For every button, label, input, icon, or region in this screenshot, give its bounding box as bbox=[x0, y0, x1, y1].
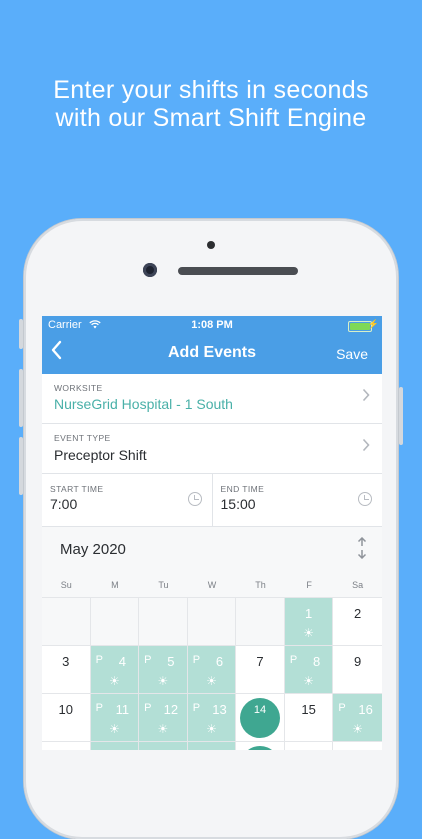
app-screen: Carrier 1:08 PM ⚡ Add Events Save WORKSI… bbox=[42, 316, 382, 750]
end-time-field[interactable]: END TIME 15:00 bbox=[211, 474, 383, 526]
calendar-day-shift[interactable]: P18☀ bbox=[90, 742, 140, 750]
calendar-day-selected[interactable]: 14 bbox=[236, 694, 285, 741]
calendar-day-shift[interactable]: P19☀ bbox=[139, 742, 188, 750]
sun-icon: ☀ bbox=[206, 674, 217, 688]
calendar-empty-cell bbox=[236, 598, 285, 645]
mute-switch bbox=[19, 319, 23, 349]
day-number: 15 bbox=[301, 702, 316, 717]
sun-icon: ☀ bbox=[303, 626, 314, 640]
end-time-value: 15:00 bbox=[220, 496, 256, 512]
calendar-day-shift[interactable]: P 13 ☀ bbox=[187, 694, 237, 741]
start-time-label: START TIME bbox=[50, 484, 104, 494]
calendar-day-shift[interactable]: P 5 ☀ bbox=[139, 646, 188, 693]
volume-down-button bbox=[19, 437, 23, 495]
sun-icon: ☀ bbox=[108, 722, 120, 736]
event-type-label: EVENT TYPE bbox=[54, 433, 111, 443]
weekday-label: Sa bbox=[352, 580, 364, 590]
end-time-label: END TIME bbox=[220, 484, 265, 494]
chevron-right-icon bbox=[362, 388, 370, 407]
calendar-day[interactable]: 7 bbox=[236, 646, 285, 693]
calendar-day-shift[interactable]: 1 ☀ bbox=[284, 598, 334, 645]
weekday-label: Su bbox=[60, 580, 72, 590]
weekday-label: Tu bbox=[158, 580, 169, 590]
weekday-label: Th bbox=[255, 580, 266, 590]
sun-icon: ☀ bbox=[303, 674, 314, 688]
nav-title: Add Events bbox=[167, 344, 256, 361]
calendar-empty-cell bbox=[42, 598, 91, 645]
volume-up-button bbox=[19, 369, 23, 427]
selected-day-circle bbox=[240, 746, 281, 750]
calendar-week: 3 P 4 ☀ P 5 ☀ P 6 ☀ 7 P 8 ☀ 9 bbox=[42, 645, 382, 693]
proximity-sensor bbox=[207, 241, 215, 249]
calendar-month-title: May 2020 bbox=[60, 541, 126, 558]
earpiece-speaker bbox=[178, 267, 298, 275]
status-bar: Carrier 1:08 PM ⚡ bbox=[42, 316, 382, 334]
save-button[interactable]: Save bbox=[336, 346, 368, 362]
day-number: 10 bbox=[58, 702, 74, 717]
chevron-right-icon bbox=[362, 438, 370, 457]
power-button bbox=[399, 387, 403, 445]
calendar-day[interactable]: 15 bbox=[284, 694, 334, 741]
calendar-day-shift[interactable]: P 6 ☀ bbox=[187, 646, 237, 693]
sun-icon: ☀ bbox=[352, 722, 364, 736]
calendar-week: 1 ☀ 2 bbox=[42, 597, 382, 645]
calendar-empty-cell bbox=[90, 598, 140, 645]
calendar-day-shift[interactable]: P 4 ☀ bbox=[90, 646, 140, 693]
time-row: START TIME 7:00 END TIME 15:00 bbox=[42, 474, 382, 527]
calendar-day[interactable]: 2 bbox=[333, 598, 382, 645]
nav-bar: Carrier 1:08 PM ⚡ Add Events Save bbox=[42, 316, 382, 374]
calendar-day-selected[interactable]: 21 bbox=[236, 742, 285, 750]
calendar-day[interactable]: 10 bbox=[42, 694, 91, 741]
calendar-week: 17P18☀P19☀P20☀212223 bbox=[42, 741, 382, 750]
day-number: 16 bbox=[358, 702, 373, 717]
worksite-label: WORKSITE bbox=[54, 383, 103, 393]
calendar-day[interactable]: 17 bbox=[42, 742, 91, 750]
calendar-empty-cell bbox=[139, 598, 188, 645]
calendar-day-shift[interactable]: P20☀ bbox=[187, 742, 237, 750]
day-number: 2 bbox=[354, 606, 362, 621]
event-type-row[interactable]: EVENT TYPE Preceptor Shift bbox=[42, 424, 382, 474]
calendar-day-shift[interactable]: P 12 ☀ bbox=[139, 694, 188, 741]
calendar-day-shift[interactable]: P 8 ☀ bbox=[284, 646, 334, 693]
weekday-label: F bbox=[306, 580, 312, 590]
start-time-value: 7:00 bbox=[50, 496, 78, 512]
weekday-label: W bbox=[207, 580, 217, 590]
calendar-week: 10 P 11 ☀ P 12 ☀ P 13 ☀ 14 15 P 16 ☀ bbox=[42, 693, 382, 741]
calendar-empty-cell bbox=[187, 598, 237, 645]
calendar-grid: 1 ☀ 2 3 P 4 ☀ P 5 ☀ P 6 ☀ 7 P 8 ☀ 9 10 P 11 ☀ P 12 ☀ P 13 ☀ 14 15 P 16 ☀… bbox=[42, 597, 382, 750]
status-time: 1:08 PM bbox=[191, 319, 233, 331]
expand-collapse-icon[interactable] bbox=[356, 536, 368, 564]
calendar-day-shift[interactable]: P 16 ☀ bbox=[333, 694, 382, 741]
day-number: 7 bbox=[256, 654, 264, 669]
sun-icon: ☀ bbox=[157, 674, 169, 688]
sun-icon: ☀ bbox=[157, 722, 169, 736]
weekday-label: M bbox=[111, 580, 119, 590]
worksite-row[interactable]: WORKSITE NurseGrid Hospital - 1 South bbox=[42, 374, 382, 424]
headline-line-2: with our Smart Shift Engine bbox=[55, 104, 367, 132]
day-number: 14 bbox=[253, 704, 267, 716]
sun-icon: ☀ bbox=[108, 674, 120, 688]
calendar-day[interactable]: 9 bbox=[333, 646, 382, 693]
charging-icon: ⚡ bbox=[367, 319, 379, 329]
day-number: 1 bbox=[304, 606, 313, 621]
front-camera bbox=[143, 263, 157, 277]
day-number: 9 bbox=[354, 654, 362, 669]
calendar-day[interactable]: 22 bbox=[284, 742, 334, 750]
headline: Enter your shifts in seconds with our Sm… bbox=[0, 76, 422, 132]
sun-icon: ☀ bbox=[206, 722, 217, 736]
calendar-day[interactable]: 3 bbox=[42, 646, 91, 693]
headline-line-1: Enter your shifts in seconds bbox=[53, 76, 369, 104]
event-type-value: Preceptor Shift bbox=[54, 447, 147, 463]
clock-icon bbox=[358, 492, 372, 506]
calendar: May 2020 Su M Tu W Th F Sa 1 ☀ 2 3 P 4 ☀ P 5 ☀ P 6 ☀… bbox=[42, 527, 382, 750]
worksite-value: NurseGrid Hospital - 1 South bbox=[54, 396, 233, 412]
calendar-day[interactable]: 23 bbox=[333, 742, 382, 750]
clock-icon bbox=[187, 492, 202, 506]
day-number: 3 bbox=[62, 654, 70, 669]
start-time-field[interactable]: START TIME 7:00 bbox=[42, 474, 212, 526]
weekday-header: Su M Tu W Th F Sa bbox=[42, 580, 382, 590]
calendar-day-shift[interactable]: P 11 ☀ bbox=[90, 694, 140, 741]
